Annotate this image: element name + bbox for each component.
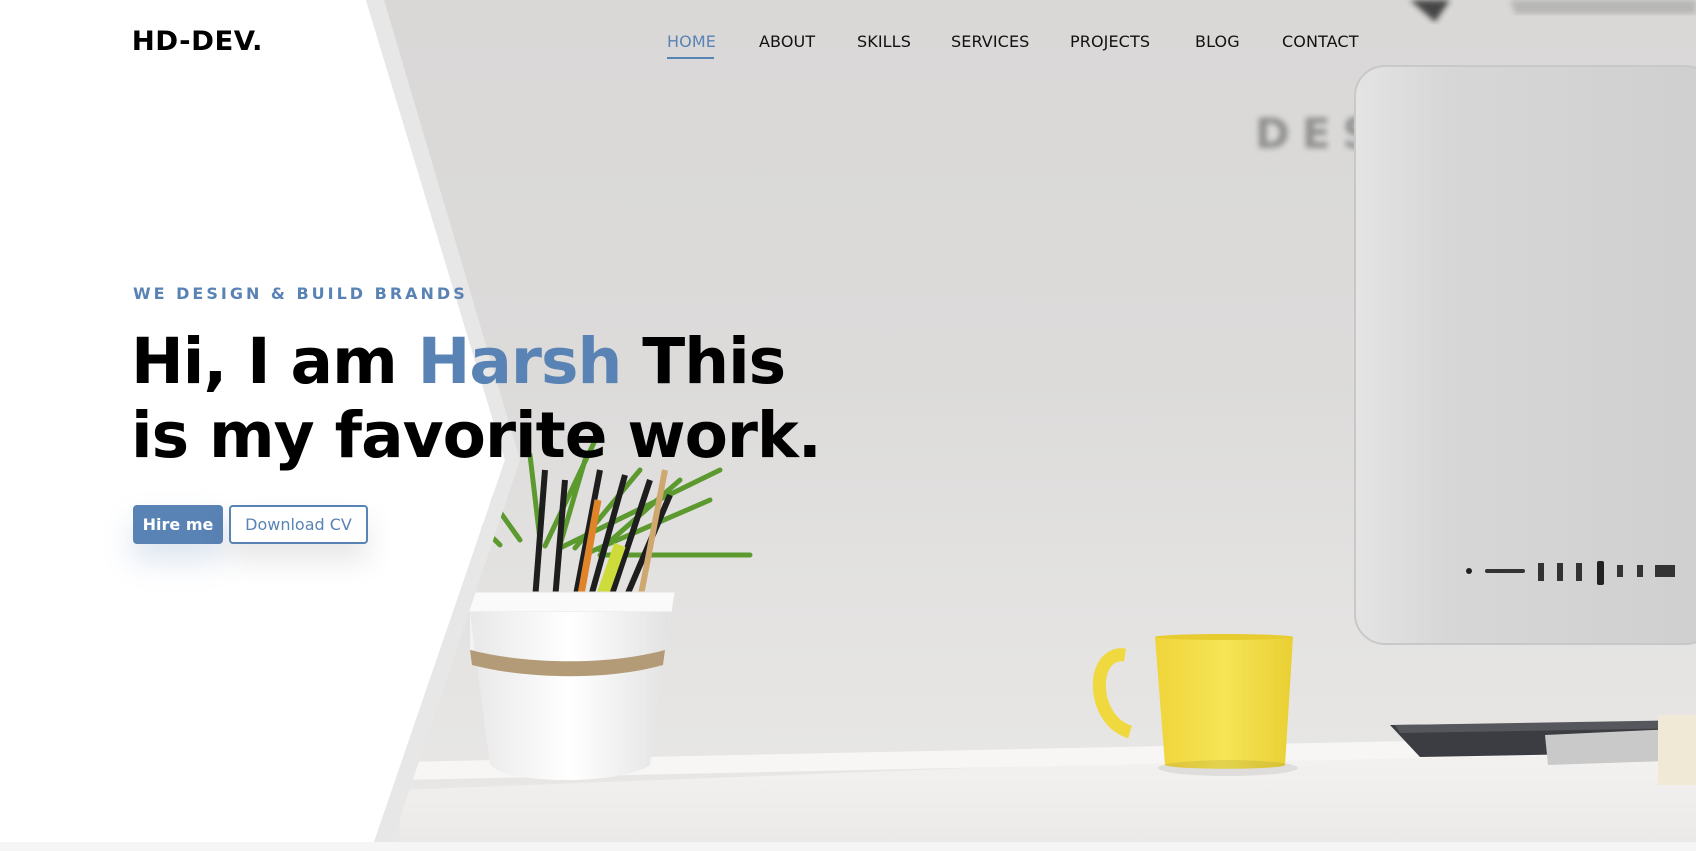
nav-item-contact[interactable]: CONTACT [1282, 32, 1359, 51]
headline-intro: Hi, I am [131, 325, 418, 398]
nav-item-home[interactable]: HOME [667, 32, 716, 51]
headline-name: Harsh [417, 325, 623, 398]
hero-section: DES HD-DEV. HOME ABOUT SKILLS SERVICES P… [0, 0, 1696, 842]
hire-me-button[interactable]: Hire me [133, 505, 223, 544]
nav-item-about[interactable]: ABOUT [759, 32, 815, 51]
page-bottom-strip [0, 842, 1696, 851]
nav-item-services[interactable]: SERVICES [951, 32, 1029, 51]
hero-headline: Hi, I am Harsh This is my favorite work. [131, 325, 851, 473]
nav-item-skills[interactable]: SKILLS [857, 32, 911, 51]
download-cv-button[interactable]: Download CV [229, 505, 368, 544]
nav-item-projects[interactable]: PROJECTS [1070, 32, 1150, 51]
logo[interactable]: HD-DEV. [132, 26, 263, 57]
nav-item-blog[interactable]: BLOG [1195, 32, 1240, 51]
active-nav-underline [667, 57, 714, 59]
hero-tagline: WE DESIGN & BUILD BRANDS [133, 284, 468, 303]
